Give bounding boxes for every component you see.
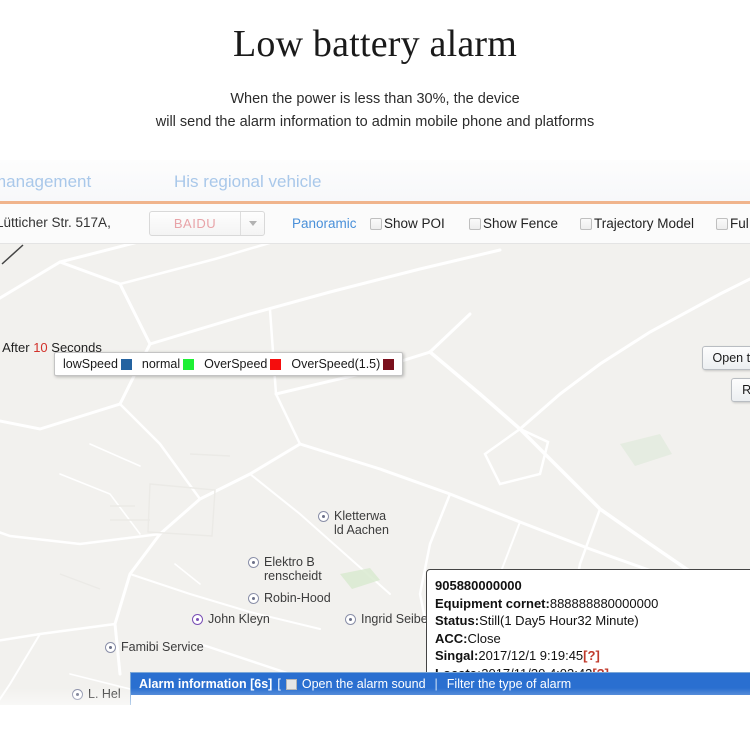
poi-john-kleyn[interactable]: John Kleyn (192, 612, 270, 626)
legend-item-lowspeed: lowSpeed (63, 357, 132, 371)
bubble-singal-value: 2017/12/1 9:19:45 (478, 648, 583, 663)
top-navigation: management His regional vehicle (0, 160, 750, 204)
alarm-table: Target Name Alarm Type Alarm Time Signal… (131, 695, 750, 705)
alarm-filter-label[interactable]: Filter the type of alarm (447, 677, 571, 691)
checkbox-icon[interactable] (716, 218, 728, 230)
poi-label: L. Hel (88, 687, 121, 701)
bubble-device-id-value: 905880000000 (435, 578, 522, 593)
checkbox-icon[interactable] (370, 218, 382, 230)
alarm-header-separator: | (435, 677, 438, 691)
alarm-bracket: [ (277, 677, 280, 691)
column-header-target-name[interactable]: Target Name (131, 695, 241, 705)
panoramic-link[interactable]: Panoramic (292, 216, 357, 231)
bubble-cornet-label: Equipment cornet: (435, 596, 550, 611)
checkbox-full-label: Ful (730, 216, 749, 231)
poi-dot-icon (72, 689, 83, 700)
poi-label: John Kleyn (208, 612, 270, 626)
column-header-speed[interactable]: Speed(km/h) (581, 695, 686, 705)
legend-item-overspeed-15-label: OverSpeed(1.5) (291, 357, 380, 371)
legend-item-overspeed: OverSpeed (204, 357, 281, 371)
poi-kletterwald-aachen[interactable]: Kletterwa ld Aachen (318, 509, 389, 537)
banner-subtitle-line-1: When the power is less than 30%, the dev… (0, 88, 750, 111)
poi-robin-hood[interactable]: Robin-Hood (248, 591, 331, 605)
legend-swatch-overspeed-15 (383, 359, 394, 370)
checkbox-icon[interactable] (469, 218, 481, 230)
nav-item-management[interactable]: management (0, 172, 91, 192)
bubble-acc-label: ACC: (435, 631, 468, 646)
poi-ingrid-seibert[interactable]: Ingrid Seibert (345, 612, 435, 626)
banner-subtitle-line-2: will send the alarm information to admin… (0, 111, 750, 134)
poi-famibi-service[interactable]: Famibi Service (105, 640, 204, 654)
checkbox-full[interactable]: Ful (716, 216, 749, 231)
poi-dot-icon (105, 642, 116, 653)
legend-item-lowspeed-label: lowSpeed (63, 357, 118, 371)
poi-label: Ingrid Seibert (361, 612, 435, 626)
map-canvas[interactable]: h After 10 Seconds lowSpeed normal OverS… (0, 244, 750, 705)
map-provider-select[interactable]: BAIDU (149, 211, 265, 236)
bubble-pointer (0, 244, 24, 266)
banner-subtitle: When the power is less than 30%, the dev… (0, 88, 750, 134)
bubble-status-label: Status: (435, 613, 479, 628)
checkbox-icon[interactable] (580, 218, 592, 230)
poi-label: Elektro B renscheidt (264, 555, 322, 583)
legend-swatch-overspeed (270, 359, 281, 370)
checkbox-show-poi[interactable]: Show POI (370, 216, 445, 231)
checkbox-trajectory-model[interactable]: Trajectory Model (580, 216, 694, 231)
column-header-alarm-time[interactable]: Alarm Time (345, 695, 465, 705)
bubble-cornet: Equipment cornet:888888880000000 (435, 595, 750, 613)
poi-dot-icon (345, 614, 356, 625)
poi-label: Robin-Hood (264, 591, 331, 605)
column-header-signal-time[interactable]: Signal time (466, 695, 581, 705)
open-the-button[interactable]: Open th (702, 346, 750, 370)
checkbox-show-fence-label: Show Fence (483, 216, 558, 231)
current-address-label: Lütticher Str. 517A, (0, 215, 111, 230)
bubble-acc: ACC:Close (435, 630, 750, 648)
bubble-singal-help-icon[interactable]: [?] (583, 648, 600, 663)
legend-swatch-normal (183, 359, 194, 370)
refresh-note-prefix: h After (0, 340, 33, 355)
poi-dot-icon (318, 511, 329, 522)
bubble-singal: Singal:2017/12/1 9:19:45[?] (435, 647, 750, 665)
column-header-alarm-type[interactable]: Alarm Type (241, 695, 346, 705)
poi-dot-icon (192, 614, 203, 625)
checkbox-show-fence[interactable]: Show Fence (469, 216, 558, 231)
map-provider-value: BAIDU (150, 216, 240, 231)
checkbox-show-poi-label: Show POI (384, 216, 445, 231)
poi-dot-icon (248, 557, 259, 568)
alarm-sound-checkbox-icon[interactable] (286, 679, 297, 690)
bubble-acc-value: Close (468, 631, 501, 646)
poi-elektro-brenscheidt[interactable]: Elektro B renscheidt (248, 555, 322, 583)
chevron-down-icon[interactable] (240, 212, 264, 235)
legend-item-overspeed-label: OverSpeed (204, 357, 267, 371)
checkbox-trajectory-model-label: Trajectory Model (594, 216, 694, 231)
poi-l-hel[interactable]: L. Hel (72, 687, 121, 701)
application-window: management His regional vehicle Lüttiche… (0, 160, 750, 705)
alarm-panel-header: Alarm information [6s] [ Open the alarm … (131, 673, 750, 695)
bubble-status: Status:Still(1 Day5 Hour32 Minute) (435, 612, 750, 630)
table-header-row: Target Name Alarm Type Alarm Time Signal… (131, 695, 750, 705)
legend-swatch-lowspeed (121, 359, 132, 370)
nav-item-his-regional-vehicle[interactable]: His regional vehicle (174, 172, 321, 192)
alarm-sound-label[interactable]: Open the alarm sound (302, 677, 426, 691)
legend-item-normal: normal (142, 357, 194, 371)
alarm-panel-title: Alarm information [6s] (139, 677, 272, 691)
banner: Low battery alarm When the power is less… (0, 0, 750, 160)
poi-label: Famibi Service (121, 640, 204, 654)
bubble-singal-label: Singal: (435, 648, 478, 663)
map-toolbar: Lütticher Str. 517A, BAIDU Panoramic Sho… (0, 204, 750, 244)
bubble-device-id: 905880000000 (435, 577, 750, 595)
bubble-cornet-value: 888888880000000 (550, 596, 658, 611)
alarm-information-panel: Alarm information [6s] [ Open the alarm … (130, 672, 750, 705)
page-title: Low battery alarm (0, 22, 750, 66)
poi-dot-icon (248, 593, 259, 604)
refresh-note-number: 10 (33, 340, 47, 355)
legend-item-overspeed-15: OverSpeed(1.5) (291, 357, 394, 371)
speed-legend: lowSpeed normal OverSpeed OverSpeed(1.5) (54, 352, 403, 376)
poi-label: Kletterwa ld Aachen (334, 509, 389, 537)
screenshot-root: Low battery alarm When the power is less… (0, 0, 750, 751)
bubble-status-value: Still(1 Day5 Hour32 Minute) (479, 613, 639, 628)
column-header-course[interactable]: Course (685, 695, 750, 705)
legend-item-normal-label: normal (142, 357, 180, 371)
region-button[interactable]: Reg (731, 378, 750, 402)
